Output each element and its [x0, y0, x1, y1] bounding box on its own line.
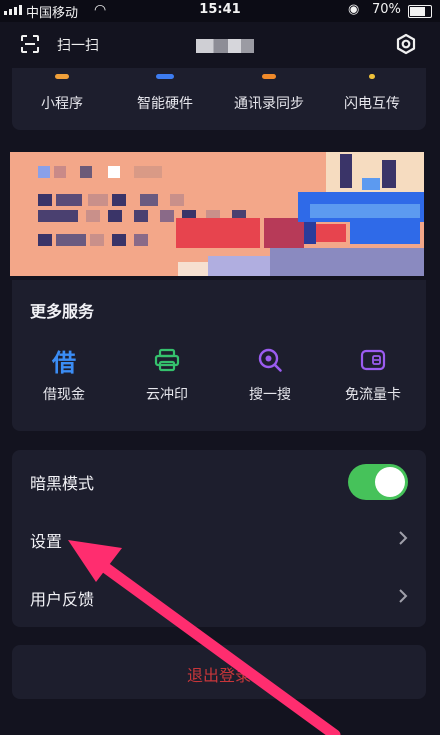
- service-label: 云冲印: [146, 387, 188, 403]
- smart-hardware-icon: [156, 74, 174, 79]
- chevron-right-icon: [399, 531, 408, 545]
- settings-card: 暗黑模式 设置 用户反馈: [12, 450, 426, 627]
- quick-item-smart-hardware[interactable]: 智能硬件: [115, 74, 215, 113]
- scan-button[interactable]: 扫一扫: [57, 35, 99, 55]
- rotation-lock-icon: ◉: [348, 2, 360, 17]
- logout-card[interactable]: 退出登录: [12, 645, 426, 699]
- sim-card-icon: [359, 346, 387, 374]
- username-blurred: [196, 39, 254, 53]
- feedback-row[interactable]: 用户反馈: [12, 568, 426, 626]
- settings-label: 设置: [30, 532, 63, 551]
- battery-icon: [408, 5, 432, 18]
- service-label: 借现金: [43, 387, 85, 403]
- contacts-sync-icon: [262, 74, 276, 79]
- promo-banner[interactable]: [10, 152, 424, 276]
- service-borrow-cash[interactable]: 借 借现金: [14, 346, 114, 404]
- services-title: 更多服务: [30, 302, 95, 321]
- service-label: 免流量卡: [345, 387, 401, 403]
- status-bar: 中国移动 ◠ 15:41 ◉ 70%: [0, 0, 440, 22]
- battery-percent: 70%: [372, 2, 401, 17]
- quick-item-mini-program[interactable]: 小程序: [12, 74, 112, 113]
- logout-button[interactable]: 退出登录: [12, 662, 426, 686]
- service-cloud-print[interactable]: 云冲印: [117, 346, 217, 404]
- feedback-label: 用户反馈: [30, 590, 95, 609]
- service-label: 搜一搜: [249, 387, 291, 403]
- toggle-knob: [375, 467, 405, 497]
- search-icon: [256, 346, 284, 374]
- banner-image: [10, 152, 424, 276]
- quick-tools-card: 小程序 智能硬件 通讯录同步 闪电互传: [12, 68, 426, 130]
- gear-icon[interactable]: [395, 33, 417, 55]
- settings-row[interactable]: 设置: [12, 510, 426, 568]
- scan-icon[interactable]: [20, 34, 40, 54]
- service-data-card[interactable]: 免流量卡: [323, 346, 423, 404]
- borrow-cash-icon: 借: [52, 348, 76, 377]
- quick-item-label: 小程序: [41, 96, 83, 112]
- quick-item-contacts-sync[interactable]: 通讯录同步: [219, 74, 319, 113]
- quick-item-flash-transfer[interactable]: 闪电互传: [322, 74, 422, 113]
- mini-program-icon: [55, 74, 69, 79]
- dark-mode-row: 暗黑模式: [12, 452, 426, 510]
- quick-item-label: 智能硬件: [137, 96, 193, 112]
- quick-item-label: 闪电互传: [344, 96, 400, 112]
- dark-mode-toggle[interactable]: [348, 464, 408, 500]
- service-search[interactable]: 搜一搜: [220, 346, 320, 404]
- more-services-card: 更多服务 借 借现金 云冲印 搜一搜 免流量卡: [12, 280, 426, 431]
- flash-transfer-icon: [369, 74, 375, 79]
- dark-mode-label: 暗黑模式: [30, 474, 95, 493]
- top-bar: 扫一扫: [0, 22, 440, 68]
- printer-icon: [153, 346, 181, 374]
- chevron-right-icon: [399, 589, 408, 603]
- quick-item-label: 通讯录同步: [234, 96, 304, 112]
